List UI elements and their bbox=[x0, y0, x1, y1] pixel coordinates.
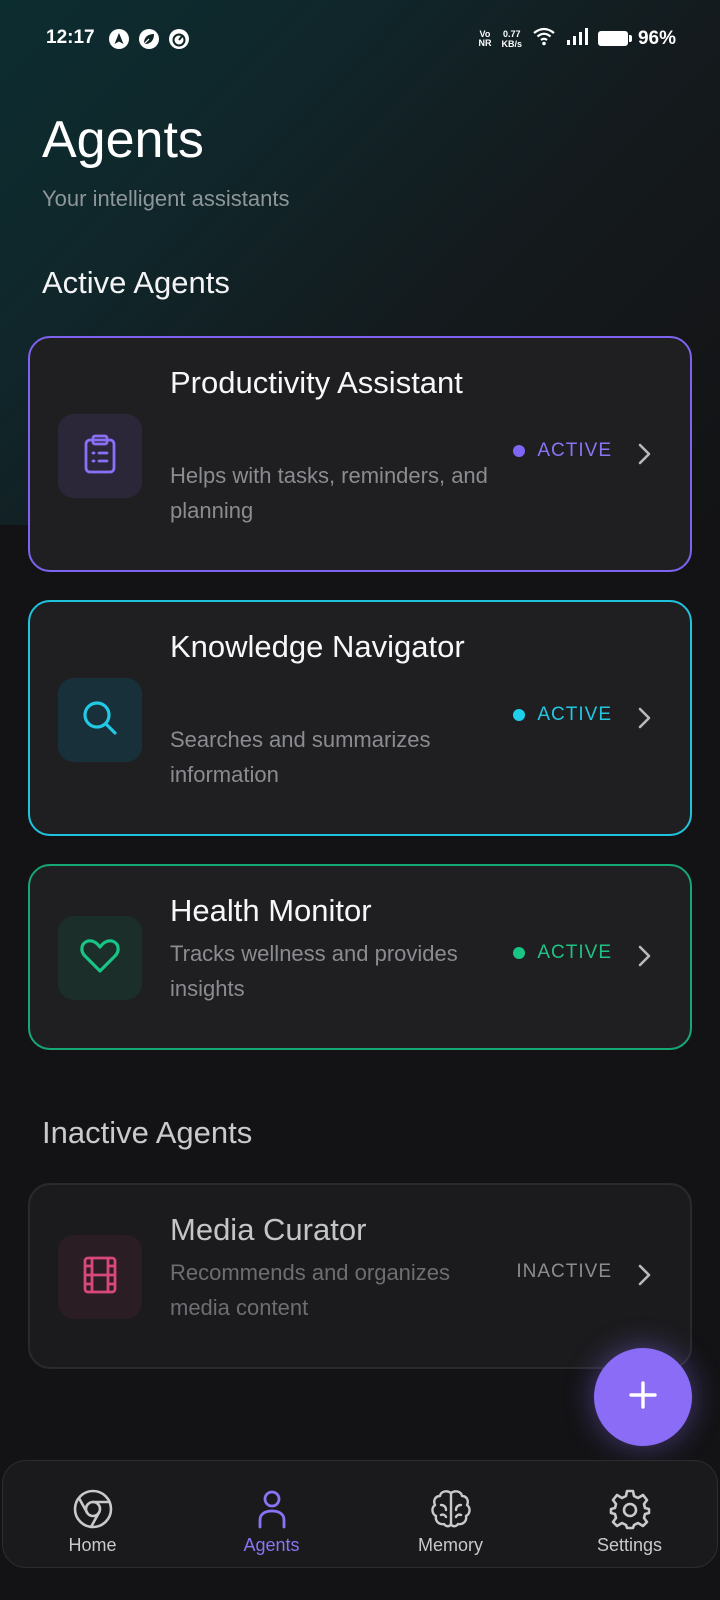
volte-label-bottom: NR bbox=[478, 37, 492, 48]
agent-description: Recommends and organizes media content bbox=[170, 1260, 451, 1320]
active-agents-heading: Active Agents bbox=[42, 265, 230, 300]
network-speed: 0.77 KB/s bbox=[501, 29, 522, 49]
volte-indicator: Vo NR bbox=[478, 29, 492, 48]
agent-icon-box bbox=[58, 414, 142, 498]
agent-icon-box bbox=[58, 1235, 142, 1319]
agent-card-knowledge-navigator[interactable]: Knowledge Navigator Searches and summari… bbox=[28, 600, 692, 836]
nav-item-home[interactable]: Home bbox=[3, 1461, 182, 1569]
leaf-app-icon bbox=[138, 28, 160, 50]
notification-icons bbox=[108, 28, 190, 50]
gauge-app-icon bbox=[168, 28, 190, 50]
agent-description: Searches and summarizes information bbox=[170, 727, 431, 787]
agent-title: Health Monitor bbox=[170, 893, 372, 928]
page-title: Agents bbox=[42, 111, 204, 169]
agent-icon-box bbox=[58, 916, 142, 1000]
network-speed-unit: KB/s bbox=[501, 38, 522, 49]
agent-status: ACTIVE bbox=[513, 704, 612, 726]
battery-percent: 96% bbox=[637, 27, 676, 49]
status-dot bbox=[513, 709, 526, 721]
clipboard-list-icon bbox=[82, 434, 118, 479]
agent-status: INACTIVE bbox=[516, 1261, 612, 1283]
agent-status: ACTIVE bbox=[513, 440, 612, 462]
status-label: ACTIVE bbox=[537, 440, 612, 461]
chevron-right-icon bbox=[634, 706, 654, 730]
nav-item-agents[interactable]: Agents bbox=[182, 1461, 361, 1569]
agent-title: Productivity Assistant bbox=[170, 365, 463, 400]
agent-title: Media Curator bbox=[170, 1212, 367, 1247]
nav-label: Memory bbox=[417, 1535, 483, 1555]
status-label: INACTIVE bbox=[516, 1261, 612, 1282]
agent-title: Knowledge Navigator bbox=[170, 629, 465, 664]
signal-icon bbox=[566, 27, 588, 50]
nav-item-settings[interactable]: Settings bbox=[540, 1461, 719, 1569]
status-bar: 12:17 Vo NR 0.77 KB/s 96% bbox=[0, 0, 720, 78]
page-subtitle: Your intelligent assistants bbox=[42, 186, 290, 211]
status-label: ACTIVE bbox=[537, 704, 612, 725]
nav-item-memory[interactable]: Memory bbox=[361, 1461, 540, 1569]
agent-icon-box bbox=[58, 678, 142, 762]
nav-label: Settings bbox=[596, 1535, 663, 1555]
navigation-app-icon bbox=[108, 28, 130, 50]
status-label: ACTIVE bbox=[537, 942, 612, 963]
agent-description: Tracks wellness and provides insights bbox=[170, 941, 458, 1001]
brain-icon bbox=[429, 1487, 473, 1531]
status-dot bbox=[513, 445, 526, 457]
nav-label: Home bbox=[68, 1535, 117, 1555]
nav-label: Agents bbox=[243, 1535, 300, 1555]
gear-icon bbox=[608, 1487, 652, 1531]
wifi-icon bbox=[532, 26, 556, 51]
chevron-right-icon bbox=[634, 1263, 654, 1287]
agent-description: Helps with tasks, reminders, and plannin… bbox=[170, 463, 488, 523]
agent-card-media-curator[interactable]: Media Curator Recommends and organizes m… bbox=[28, 1183, 692, 1369]
add-agent-button[interactable] bbox=[594, 1348, 692, 1446]
chevron-right-icon bbox=[634, 944, 654, 968]
film-icon bbox=[82, 1255, 118, 1300]
user-icon bbox=[250, 1487, 294, 1531]
agent-status: ACTIVE bbox=[513, 942, 612, 964]
search-icon bbox=[80, 698, 120, 743]
status-indicators: Vo NR 0.77 KB/s 96% bbox=[478, 26, 676, 51]
agent-card-productivity-assistant[interactable]: Productivity Assistant Helps with tasks,… bbox=[28, 336, 692, 572]
heart-icon bbox=[79, 937, 121, 980]
status-dot bbox=[513, 947, 526, 959]
status-time: 12:17 bbox=[46, 27, 95, 48]
plus-icon bbox=[626, 1378, 660, 1417]
bottom-navigation: Home Agents Memory Settings bbox=[2, 1460, 718, 1568]
chevron-right-icon bbox=[634, 442, 654, 466]
network-speed-value: 0.77 bbox=[502, 28, 521, 39]
agent-card-health-monitor[interactable]: Health Monitor Tracks wellness and provi… bbox=[28, 864, 692, 1050]
chrome-icon bbox=[71, 1487, 115, 1531]
battery-icon bbox=[597, 31, 632, 46]
inactive-agents-heading: Inactive Agents bbox=[42, 1115, 253, 1150]
